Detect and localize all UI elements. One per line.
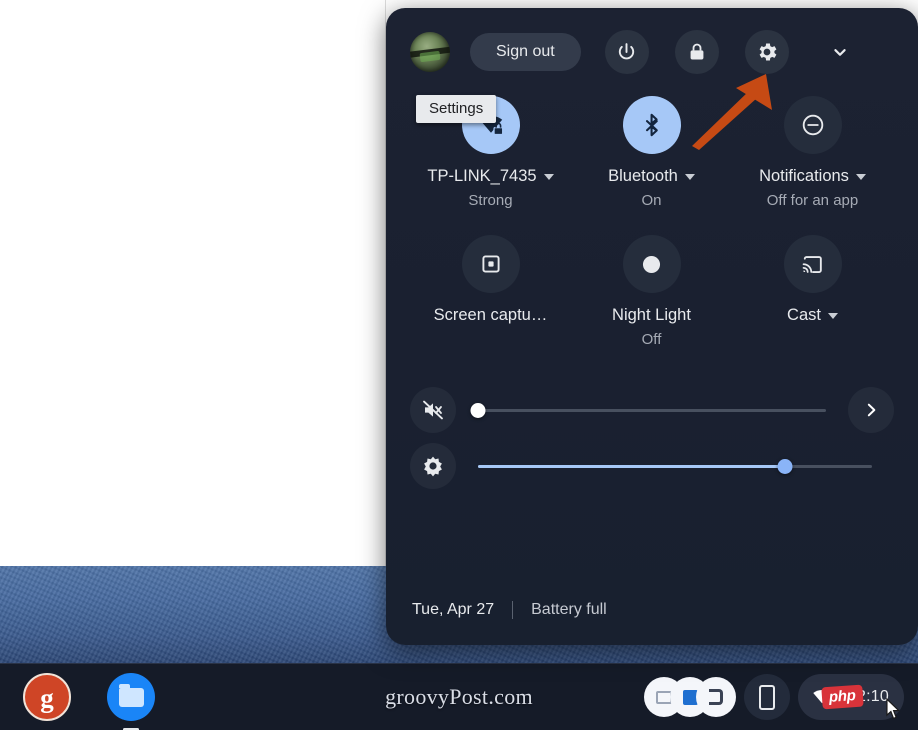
phone-glyph xyxy=(759,684,776,710)
brightness-icon xyxy=(424,456,442,477)
quick-settings-footer: Tue, Apr 27 Battery full xyxy=(386,575,918,645)
shelf-right-group: 2:10 php xyxy=(644,673,904,721)
tile-bluetooth[interactable]: Bluetooth On xyxy=(571,96,732,209)
volume-slider-track xyxy=(478,408,826,412)
tile-night-light-icon-bg xyxy=(622,235,681,293)
pinned-web-apps[interactable] xyxy=(644,673,737,721)
power-button[interactable] xyxy=(604,30,649,74)
tile-cast-label: Cast xyxy=(787,306,821,324)
quick-settings-tiles-row-2: Screen captu… Night Light Off Cast xyxy=(386,235,918,348)
desktop: g groovyPost.com 2:10 php Sign out TP-LI… xyxy=(0,0,918,730)
tile-bluetooth-sublabel: On xyxy=(641,192,662,209)
tile-bluetooth-label-row: Bluetooth xyxy=(608,167,695,186)
avatar[interactable] xyxy=(410,32,450,72)
quick-settings-header: Sign out xyxy=(386,8,918,74)
foreground-window xyxy=(0,0,386,566)
shelf-app-groovypost-glyph: g xyxy=(40,682,54,713)
night-light-icon xyxy=(642,255,661,273)
shelf: g groovyPost.com 2:10 php xyxy=(0,663,918,730)
tile-bluetooth-icon-bg xyxy=(622,96,681,154)
settings-button[interactable] xyxy=(744,30,789,74)
brightness-button[interactable] xyxy=(410,443,456,489)
volume-muted-icon xyxy=(423,400,443,420)
chevron-down-icon[interactable] xyxy=(543,173,554,180)
tile-screen-capture-label: Screen captu… xyxy=(433,306,548,324)
tile-night-light-sublabel: Off xyxy=(641,331,662,348)
folder-icon xyxy=(118,683,144,707)
mouse-cursor xyxy=(886,698,901,720)
tile-notifications-label: Notifications xyxy=(759,167,849,185)
tile-notifications[interactable]: Notifications Off for an app xyxy=(732,96,893,209)
tile-night-light[interactable]: Night Light Off xyxy=(571,235,732,348)
chevron-down-icon[interactable] xyxy=(827,312,838,319)
volume-slider-row xyxy=(410,382,894,438)
tile-network-label: TP-LINK_7435 xyxy=(427,167,537,185)
tile-network-label-row: TP-LINK_7435 xyxy=(427,167,554,186)
footer-battery-status[interactable]: Battery full xyxy=(531,601,607,619)
tile-bluetooth-label: Bluetooth xyxy=(608,167,678,185)
collapse-button[interactable] xyxy=(821,33,859,71)
tile-notifications-icon-bg xyxy=(783,96,842,154)
phone-hub-icon[interactable] xyxy=(744,674,791,720)
volume-slider[interactable] xyxy=(470,400,826,420)
chevron-down-icon[interactable] xyxy=(855,173,866,180)
brightness-slider-thumb[interactable] xyxy=(777,458,793,474)
pwa-glyph-3 xyxy=(709,689,724,705)
volume-expand-button[interactable] xyxy=(848,387,894,433)
chevron-down-icon xyxy=(834,49,846,56)
shelf-app-files[interactable] xyxy=(107,673,155,730)
sliders-section xyxy=(386,348,918,494)
do-not-disturb-icon xyxy=(802,114,823,136)
settings-tooltip: Settings xyxy=(416,95,497,123)
tile-screen-capture[interactable]: Screen captu… xyxy=(410,235,571,348)
volume-mute-button[interactable] xyxy=(410,387,456,433)
php-watermark-badge: php xyxy=(821,684,864,710)
tile-notifications-sublabel: Off for an app xyxy=(766,192,859,209)
sign-out-label: Sign out xyxy=(496,43,555,60)
bluetooth-icon xyxy=(645,113,658,137)
volume-slider-thumb[interactable] xyxy=(470,402,486,418)
tile-night-light-label: Night Light xyxy=(612,306,691,324)
tile-notifications-label-row: Notifications xyxy=(759,167,866,186)
pwa-icon-3[interactable] xyxy=(696,677,737,717)
gear-icon xyxy=(759,43,777,61)
screen-capture-icon xyxy=(481,255,500,273)
chevron-right-icon xyxy=(867,403,876,417)
tile-cast-icon-bg xyxy=(783,235,842,293)
site-watermark: groovyPost.com xyxy=(385,684,533,709)
tile-night-light-label-row: Night Light xyxy=(612,306,691,325)
lock-button[interactable] xyxy=(674,30,719,74)
status-tray[interactable]: 2:10 php xyxy=(798,674,904,720)
cast-icon xyxy=(802,255,822,273)
shelf-app-groovypost[interactable]: g xyxy=(23,673,71,721)
tile-network-sublabel: Strong xyxy=(468,192,513,209)
tile-cast[interactable]: Cast xyxy=(732,235,893,348)
sign-out-button[interactable]: Sign out xyxy=(470,33,581,71)
tile-cast-label-row: Cast xyxy=(787,306,838,325)
lock-icon xyxy=(690,43,704,60)
tile-screen-capture-icon-bg xyxy=(461,235,520,293)
power-icon xyxy=(619,42,635,59)
footer-date[interactable]: Tue, Apr 27 xyxy=(412,601,494,619)
chevron-down-icon[interactable] xyxy=(684,173,695,180)
footer-divider xyxy=(512,601,514,619)
tile-screen-capture-label-row: Screen captu… xyxy=(434,306,548,325)
brightness-slider-row xyxy=(410,438,894,494)
brightness-slider-fill xyxy=(478,464,786,468)
brightness-slider[interactable] xyxy=(478,456,872,476)
